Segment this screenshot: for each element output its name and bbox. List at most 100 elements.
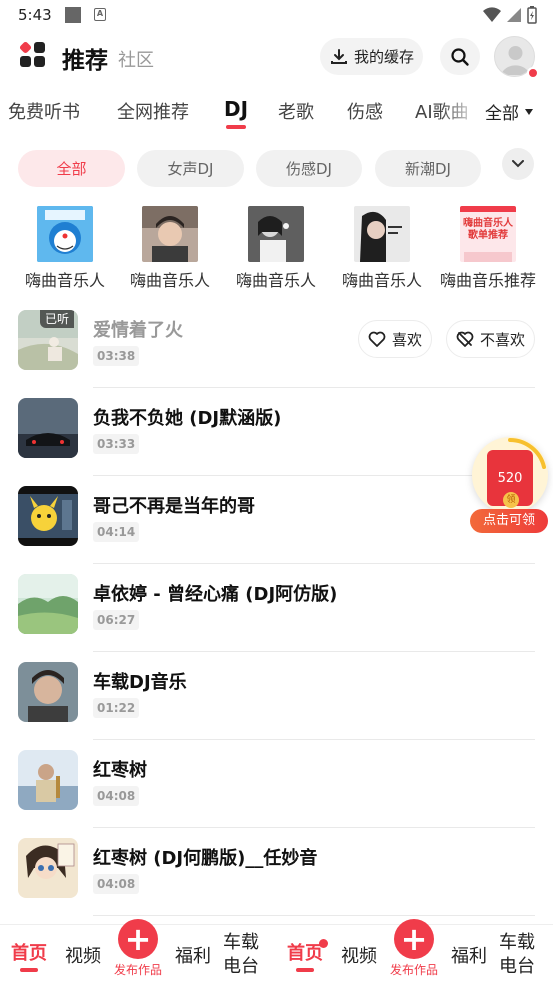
song-row[interactable]: 已听 爱情着了火 03:38 喜欢 不喜欢 (0, 300, 553, 388)
song-row[interactable]: 红枣树 (DJ何鹏版)__任妙音 04:08 (0, 828, 553, 916)
claim-coin-icon: 领 (503, 492, 519, 508)
app-logo-icon[interactable] (18, 40, 46, 68)
song-duration: 04:08 (93, 786, 140, 806)
status-time: 5:43 (18, 6, 52, 24)
nav-home[interactable]: 首页 (284, 925, 326, 984)
wifi-icon (483, 7, 501, 23)
artist-name: 嗨曲音乐人 (235, 271, 316, 290)
claim-button[interactable]: 点击可领 (470, 509, 548, 533)
nav-publish-label: 发布作品 (113, 963, 162, 977)
nav-car-line1: 车载 (223, 932, 259, 953)
song-title: 爱情着了火 (93, 320, 183, 341)
artist-card[interactable]: 嗨曲音乐人 (118, 204, 222, 291)
played-badge: 已听 (39, 310, 74, 328)
app-header: 推荐 社区 我的缓存 (0, 32, 553, 82)
my-cache-label: 我的缓存 (354, 48, 415, 66)
artist-cover-image: 嗨曲音乐人 歌单推荐 (460, 206, 516, 262)
song-row[interactable]: 红枣树 04:08 (0, 740, 553, 828)
artist-name: 嗨曲音乐人 (129, 271, 210, 290)
artist-cover-image (142, 206, 198, 262)
song-cover-image: 已听 (18, 310, 78, 370)
nav-car-line2: 电台 (499, 956, 535, 977)
song-cover-image (18, 750, 78, 810)
song-duration: 03:38 (93, 346, 140, 366)
nav-welfare[interactable]: 福利 (448, 925, 490, 984)
nav-publish-button[interactable]: + 发布作品 (108, 919, 168, 984)
artist-cover-image (248, 206, 304, 262)
song-title: 车载DJ音乐 (93, 672, 187, 693)
song-cover-image (18, 574, 78, 634)
song-cover-image (18, 662, 78, 722)
artist-name: 嗨曲音乐推荐 (439, 271, 536, 290)
artist-card[interactable]: 嗨曲音乐人 (13, 204, 117, 291)
playlist-cover-text: 嗨曲音乐人 歌单推荐 (463, 218, 513, 241)
nav-home-label: 首页 (287, 942, 323, 964)
nav-video-label: 视频 (341, 946, 377, 967)
plus-icon: + (394, 919, 434, 959)
tab-free-audiobook[interactable]: 免费听书 (8, 98, 80, 124)
dislike-button[interactable]: 不喜欢 (446, 320, 535, 358)
red-packet-float[interactable]: 520 领 点击可领 (470, 437, 548, 537)
nav-car-line2: 电台 (223, 956, 259, 977)
song-duration: 06:27 (93, 610, 140, 630)
all-categories-button[interactable]: 全部 (485, 99, 534, 124)
artist-row: 嗨曲音乐人 嗨曲音乐人 嗨曲音乐人 嗨曲音乐人 嗨曲音乐人 歌单推荐 嗨曲音乐推… (0, 204, 553, 291)
song-cover-image (18, 486, 78, 546)
active-tab-indicator (226, 125, 246, 129)
song-cover-image (18, 838, 78, 898)
song-title: 红枣树 (DJ何鹏版)__任妙音 (93, 848, 318, 869)
chip-sad-dj[interactable]: 伤感DJ (256, 150, 362, 187)
bottom-nav: 首页 视频 + 发布作品 福利 车载 电台 首页 视频 + 发布作品 福利 车载… (0, 919, 553, 984)
nav-active-indicator (296, 967, 314, 972)
tab-dj[interactable]: DJ (224, 97, 248, 121)
expand-chips-button[interactable] (502, 148, 534, 180)
dislike-label: 不喜欢 (479, 330, 525, 349)
song-title: 红枣树 (93, 760, 147, 781)
tab-all-web-recommend[interactable]: 全网推荐 (117, 98, 189, 124)
nav-car-radio[interactable]: 车载 电台 (220, 925, 262, 984)
category-tabs: 免费听书 全网推荐 DJ 老歌 伤感 AI歌曲 全部 (0, 90, 553, 132)
song-row[interactable]: 车载DJ音乐 01:22 (0, 652, 553, 740)
chevron-down-icon (512, 160, 524, 168)
song-row[interactable]: 卓依婷 - 曾经心痛 (DJ阿仿版) 06:27 (0, 564, 553, 652)
artist-name: 嗨曲音乐人 (24, 271, 105, 290)
song-duration: 04:14 (93, 522, 140, 542)
page-title[interactable]: 推荐 (62, 41, 108, 75)
chip-female-dj[interactable]: 女声DJ (137, 150, 244, 187)
font-a-icon: A (94, 8, 106, 21)
nav-publish-button[interactable]: + 发布作品 (384, 919, 444, 984)
artist-card[interactable]: 嗨曲音乐人 歌单推荐 嗨曲音乐推荐 (436, 204, 540, 291)
notification-dot (527, 67, 539, 79)
my-cache-button[interactable]: 我的缓存 (320, 38, 423, 75)
song-duration: 03:33 (93, 434, 140, 454)
nav-video[interactable]: 视频 (62, 925, 104, 984)
notification-square-icon (65, 7, 81, 23)
search-button[interactable] (440, 38, 480, 75)
artist-name: 嗨曲音乐人 (341, 271, 422, 290)
artist-card[interactable]: 嗨曲音乐人 (330, 204, 434, 291)
nav-car-radio[interactable]: 车载 电台 (496, 925, 538, 984)
nav-video[interactable]: 视频 (338, 925, 380, 984)
nav-welfare[interactable]: 福利 (172, 925, 214, 984)
nav-video-label: 视频 (65, 946, 101, 967)
red-packet-amount: 520 (497, 471, 523, 486)
nav-notification-dot (319, 939, 328, 948)
tab-sad[interactable]: 伤感 (347, 98, 383, 124)
nav-welfare-label: 福利 (175, 946, 211, 967)
signal-icon (507, 8, 521, 22)
battery-icon (527, 6, 537, 24)
heart-icon (368, 331, 386, 347)
song-duration: 01:22 (93, 698, 140, 718)
nav-active-indicator (20, 967, 38, 972)
plus-icon: + (118, 919, 158, 959)
song-cover-image (18, 398, 78, 458)
tab-old-songs[interactable]: 老歌 (278, 98, 314, 124)
chip-trendy-dj[interactable]: 新潮DJ (375, 150, 481, 187)
artist-card[interactable]: 嗨曲音乐人 (224, 204, 328, 291)
nav-home[interactable]: 首页 (8, 925, 50, 984)
artist-cover-image (354, 206, 410, 262)
community-tab[interactable]: 社区 (118, 46, 154, 72)
like-button[interactable]: 喜欢 (358, 320, 432, 358)
chip-all[interactable]: 全部 (18, 150, 125, 187)
song-title: 卓依婷 - 曾经心痛 (DJ阿仿版) (93, 584, 338, 605)
